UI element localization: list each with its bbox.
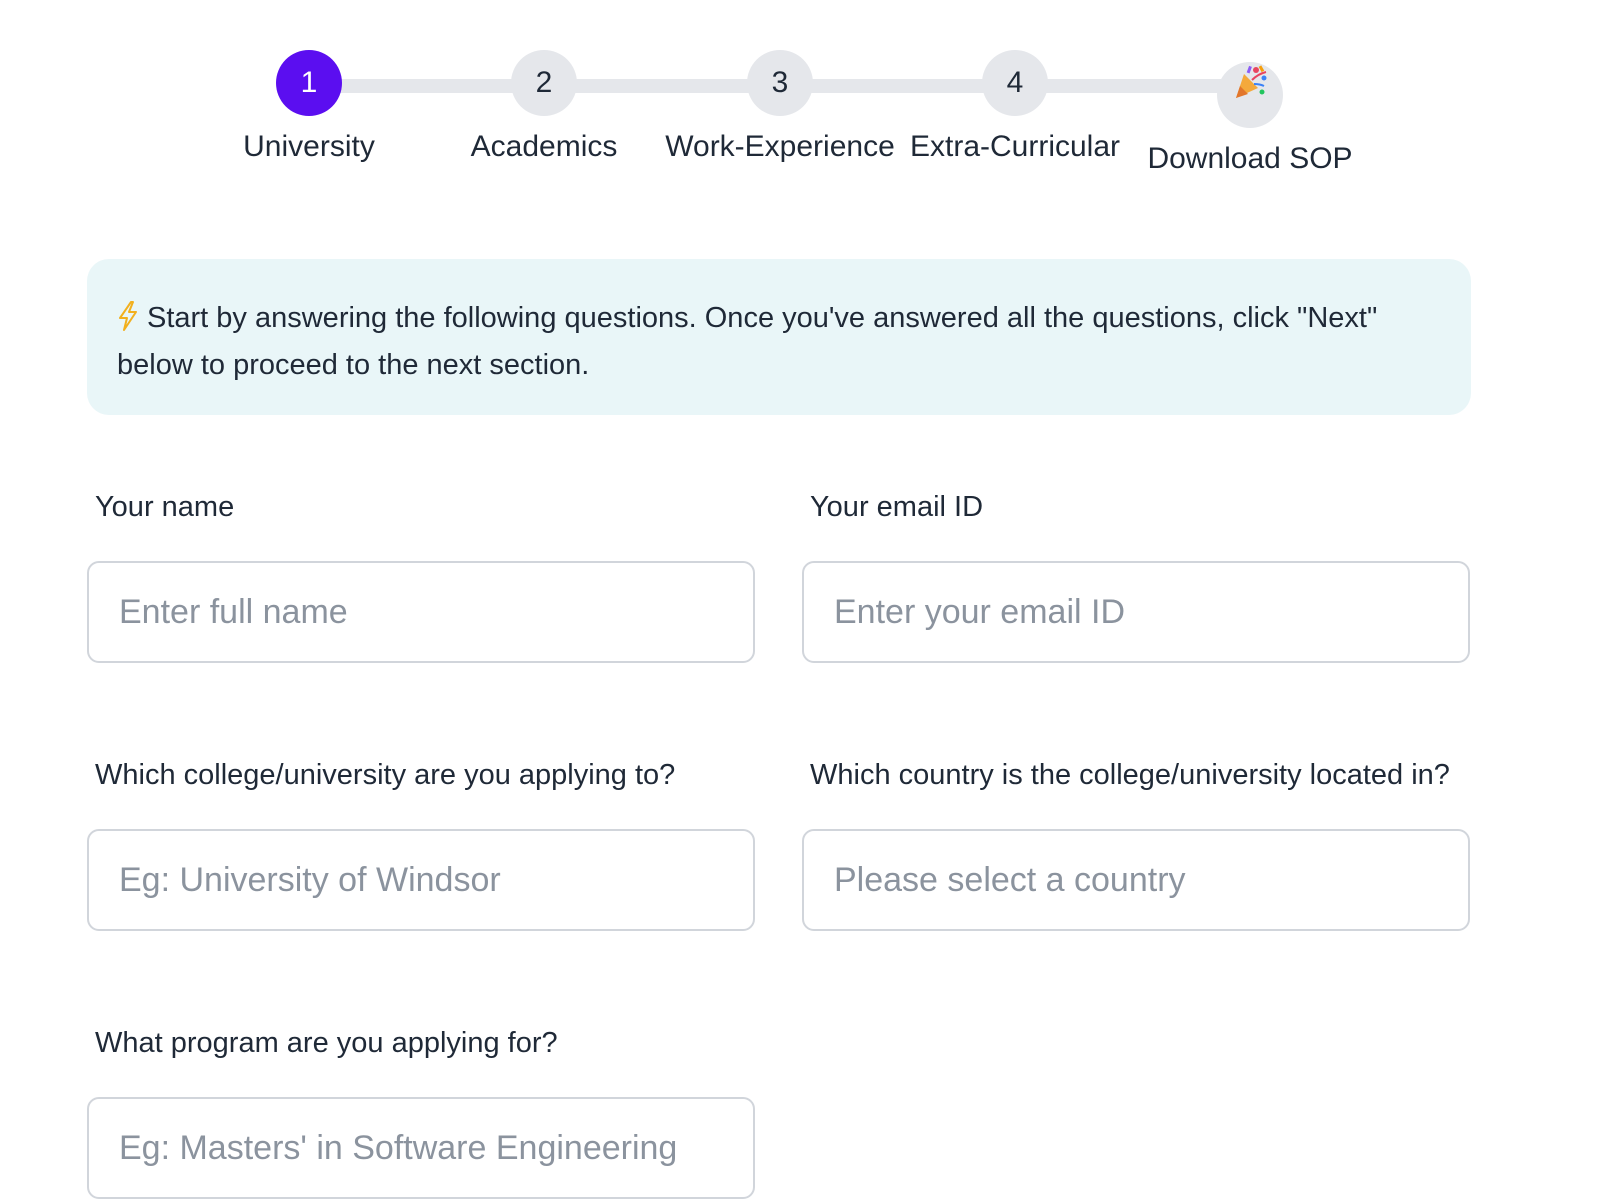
- email-input[interactable]: [802, 561, 1470, 663]
- lightning-bolt-icon: [117, 301, 139, 344]
- country-select[interactable]: Please select a country: [802, 829, 1470, 931]
- country-field-group: Which country is the college/university …: [802, 755, 1470, 931]
- step-download-sop[interactable]: Download SOP: [1130, 50, 1370, 176]
- step-5-label: Download SOP: [1147, 142, 1353, 175]
- step-1-circle[interactable]: 1: [276, 50, 342, 116]
- instructions-text: Start by answering the following questio…: [117, 302, 1378, 381]
- country-select-placeholder: Please select a country: [834, 860, 1186, 899]
- step-4-circle[interactable]: 4: [982, 50, 1048, 116]
- program-label: What program are you applying for?: [95, 1027, 558, 1059]
- email-field-group: Your email ID: [802, 487, 1470, 663]
- step-academics[interactable]: 2 Academics: [424, 50, 664, 164]
- country-label: Which country is the college/university …: [810, 759, 1450, 791]
- college-label: Which college/university are you applyin…: [95, 759, 676, 791]
- step-3-label: Work-Experience: [665, 130, 895, 163]
- email-label: Your email ID: [810, 491, 984, 523]
- name-input[interactable]: [87, 561, 755, 663]
- college-field-group: Which college/university are you applyin…: [87, 755, 755, 931]
- name-label: Your name: [95, 491, 235, 523]
- step-university[interactable]: 1 University: [189, 50, 429, 164]
- name-field-group: Your name: [87, 487, 755, 663]
- progress-stepper: 1 University 2 Academics 3 Work-Experien…: [0, 0, 1600, 200]
- step-4-label: Extra-Curricular: [909, 130, 1121, 163]
- program-input[interactable]: [87, 1097, 755, 1199]
- step-work-experience[interactable]: 3 Work-Experience: [660, 50, 900, 164]
- party-popper-icon: [1217, 62, 1283, 102]
- step-1-label: University: [243, 130, 375, 163]
- step-2-circle[interactable]: 2: [511, 50, 577, 116]
- instructions-banner: Start by answering the following questio…: [87, 259, 1471, 415]
- step-3-circle[interactable]: 3: [747, 50, 813, 116]
- college-input[interactable]: [87, 829, 755, 931]
- step-extra-curricular[interactable]: 4 Extra-Curricular: [895, 50, 1135, 164]
- step-5-circle[interactable]: [1217, 62, 1283, 128]
- program-field-group: What program are you applying for?: [87, 1023, 755, 1199]
- step-2-label: Academics: [470, 130, 618, 163]
